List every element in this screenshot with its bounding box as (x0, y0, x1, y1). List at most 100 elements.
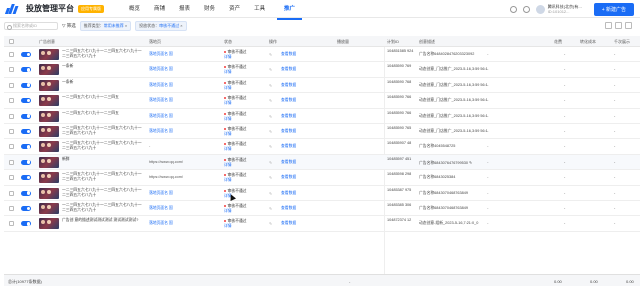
creative-thumbnail[interactable] (39, 79, 59, 91)
nav-overview[interactable]: 概览 (122, 0, 147, 18)
status-toggle[interactable] (21, 159, 31, 165)
filter-chip-recommend[interactable]: 推荐类型：常用未推荐 × (79, 21, 132, 31)
status-toggle[interactable] (21, 175, 31, 181)
table-row[interactable]: 一二三四五六七八九十一二三四五六七八九十一二三四五六七八九十 落地页面名 国 审核不… (4, 186, 640, 201)
creative-name[interactable]: 一条新 (62, 80, 142, 85)
edit-icon[interactable]: ✎ (269, 206, 272, 211)
status-toggle[interactable] (21, 144, 31, 150)
table-row[interactable]: 一二三四五六七八九十一二三四五六七八九十一二三四五六七八九十 落地页面名 国 审核不… (4, 124, 640, 140)
landing-page-link[interactable]: 落地页面名 国 (149, 206, 173, 211)
creative-thumbnail[interactable] (39, 64, 59, 76)
view-data-link[interactable]: 查看数据 (281, 129, 296, 134)
edit-icon[interactable]: ✎ (269, 160, 272, 165)
select-all-checkbox[interactable] (9, 39, 14, 44)
nav-finance[interactable]: 财务 (197, 0, 222, 18)
view-data-link[interactable]: 查看数据 (281, 98, 296, 103)
landing-page-link[interactable]: 落地页面名 国 (149, 52, 173, 57)
status-toggle[interactable] (21, 205, 31, 211)
row-checkbox[interactable] (9, 175, 14, 181)
nav-reports[interactable]: 报表 (172, 0, 197, 18)
col-cost[interactable]: 花费 (554, 39, 562, 45)
creative-thumbnail[interactable] (39, 125, 59, 137)
row-checkbox[interactable] (9, 98, 14, 104)
status-toggle[interactable] (21, 67, 31, 73)
creative-name[interactable]: 一二三四五六七八九十一二三四五六七八九十一二三四五六七八九十 (62, 49, 142, 59)
status-detail-link[interactable]: 详情 (224, 55, 246, 60)
col-plays[interactable]: 播放量 (337, 39, 349, 45)
landing-page-link[interactable]: https://www.qq.com/ (149, 175, 183, 179)
view-data-link[interactable]: 查看数据 (281, 52, 296, 57)
status-toggle[interactable] (21, 128, 31, 134)
edit-icon[interactable]: ✎ (269, 98, 272, 103)
row-checkbox[interactable] (9, 144, 14, 150)
col-plan-id[interactable]: 计划ID (387, 39, 399, 45)
edit-icon[interactable]: ✎ (269, 221, 272, 226)
status-toggle[interactable] (21, 98, 31, 104)
edit-icon[interactable]: ✎ (269, 83, 272, 88)
new-ad-button[interactable]: + 新建广告 (593, 2, 634, 16)
filter-button[interactable]: ▽ 筛选 (62, 23, 76, 29)
edit-icon[interactable]: ✎ (269, 191, 272, 196)
account-switcher[interactable]: 腾讯科技(北京)有... ID:101012... (548, 4, 582, 14)
view-data-link[interactable]: 查看数据 (281, 144, 296, 149)
nav-shop[interactable]: 商铺 (147, 0, 172, 18)
status-detail-link[interactable]: 详情 (224, 101, 246, 106)
col-status[interactable]: 状态 (224, 39, 232, 45)
landing-page-link[interactable]: 落地页面名 国 (149, 221, 173, 226)
table-row[interactable]: 新鲜 https://www.qq.com/审核不通过 详情 ✎ 查看数据 1048559… (4, 154, 640, 171)
creative-thumbnail[interactable] (39, 110, 59, 122)
table-row[interactable]: 一二三四五六七八九十一二三四五 落地页面名 国 审核不通过 详情 ✎ 查看数据 104855… (4, 109, 640, 124)
creative-thumbnail[interactable] (39, 218, 59, 230)
view-data-link[interactable]: 查看数据 (281, 67, 296, 72)
col-landing[interactable]: 落地页 (149, 39, 161, 45)
creative-thumbnail[interactable] (39, 49, 59, 60)
row-checkbox[interactable] (9, 67, 14, 73)
col-creative[interactable]: 广告创意 (39, 39, 55, 45)
nav-tools[interactable]: 工具 (247, 0, 272, 18)
landing-page-link[interactable]: 落地页面名 国 (149, 191, 173, 196)
status-detail-link[interactable]: 详情 (224, 86, 246, 91)
view-data-link[interactable]: 查看数据 (281, 191, 296, 196)
landing-page-link[interactable]: 落地页面名 国 (149, 83, 173, 88)
table-row[interactable]: 一二三四五六七八九十一二三四五六七八九十一二三四五六七八九十 https://ww… (4, 170, 640, 186)
row-checkbox[interactable] (9, 159, 14, 165)
table-row[interactable]: 一二三四五六七八九十一二三四五六七八九十一二三四五六七八九十 落地页面名 国 审核不… (4, 201, 640, 217)
row-checkbox[interactable] (9, 128, 14, 134)
landing-page-link[interactable]: https://www.qq.com/ (149, 160, 183, 164)
creative-name[interactable]: 一二三四五六七八九十一二三四五 (62, 111, 142, 116)
row-checkbox[interactable] (9, 113, 14, 119)
edit-icon[interactable]: ✎ (269, 144, 272, 149)
creative-name[interactable]: 一二三四五六七八九十一二三四五六七八九十一二三四五六七八九十 (62, 126, 142, 136)
view-data-link[interactable]: 查看数据 (281, 175, 296, 180)
edit-icon[interactable]: ✎ (269, 114, 272, 119)
creative-name[interactable]: 一二三四五六七八九十一二三四五六七八九十一二三四五六七八九十 (62, 141, 142, 151)
view-data-link[interactable]: 查看数据 (281, 83, 296, 88)
creative-thumbnail[interactable] (39, 95, 59, 107)
status-detail-link[interactable]: 详情 (224, 117, 246, 122)
status-toggle[interactable] (21, 82, 31, 88)
creative-name[interactable]: 广告创 意的描述测试测试测试 测试测试测试? (62, 218, 142, 223)
status-detail-link[interactable]: 详情 (224, 224, 246, 229)
view-data-link[interactable]: 查看数据 (281, 206, 296, 211)
help-icon[interactable] (509, 5, 517, 13)
col-conv-cost[interactable]: 转化成本 (580, 39, 596, 45)
table-row[interactable]: 一二三四五六七八九十一二三四五六七八九十一二三四五六七八九十 - 审核不通过 详情 ✎ 查… (4, 139, 640, 155)
creative-name[interactable]: 新鲜 (62, 157, 142, 162)
status-detail-link[interactable]: 详情 (224, 178, 246, 183)
creative-name[interactable]: 一条新 (62, 64, 142, 69)
filter-chip-status[interactable]: 投放状态：审核不通过 × (135, 21, 187, 31)
row-checkbox[interactable] (9, 52, 14, 57)
col-desc[interactable]: 创意描述 (419, 39, 435, 45)
message-icon[interactable] (522, 5, 530, 13)
creative-thumbnail[interactable] (39, 187, 59, 199)
row-checkbox[interactable] (9, 82, 14, 88)
creative-name[interactable]: 一二三四五六七八九十一二三四五六七八九十一二三四五六七八九十 (62, 172, 142, 182)
row-checkbox[interactable] (9, 190, 14, 196)
table-row[interactable]: 一二三四五六七八九十一二三四五六七八九十一二三四五六七八九十 落地页面名 国 审核不… (4, 47, 640, 63)
creative-name[interactable]: 一二三四五六七八九十一二三四五六七八九十一二三四五六七八九十 (62, 188, 142, 198)
row-checkbox[interactable] (9, 205, 14, 211)
landing-page-link[interactable]: 落地页面名 国 (149, 129, 173, 134)
creative-thumbnail[interactable] (39, 202, 59, 214)
landing-page-link[interactable]: 落地页面名 国 (149, 114, 173, 119)
landing-page-link[interactable]: - (149, 144, 150, 148)
